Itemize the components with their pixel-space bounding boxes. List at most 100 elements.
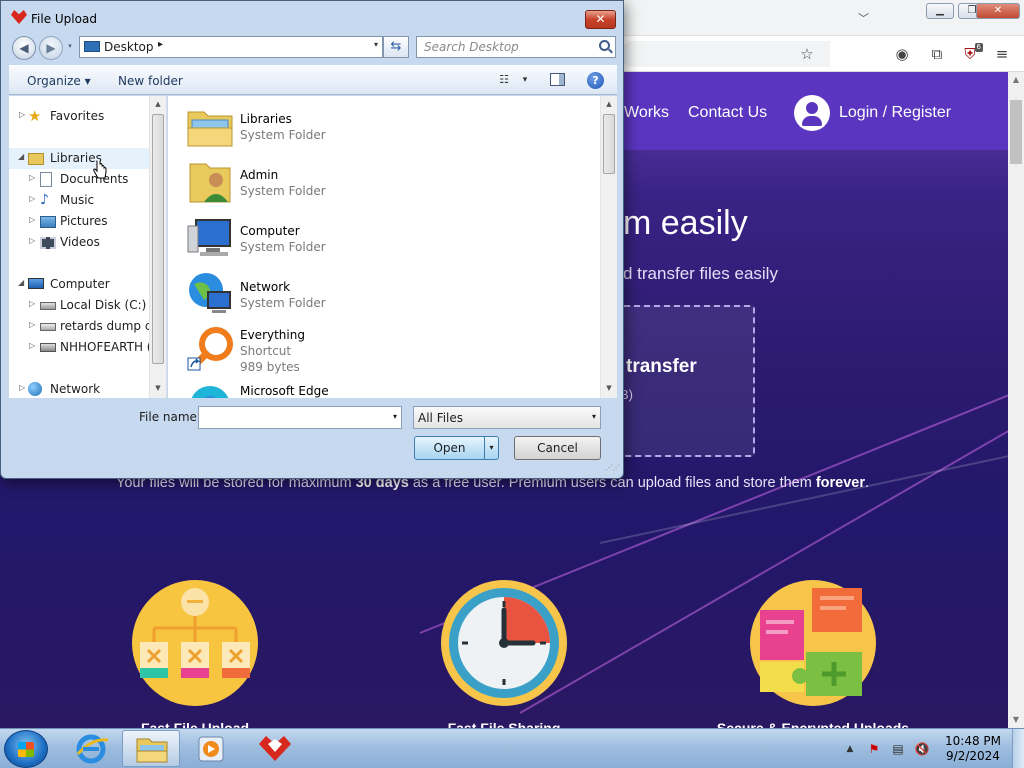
nav-login-register[interactable]: Login / Register bbox=[839, 104, 951, 122]
expand-arrow-icon[interactable]: ▷ bbox=[29, 341, 35, 350]
expand-arrow-icon[interactable]: ▷ bbox=[29, 194, 35, 203]
network-status-icon[interactable]: ▤ bbox=[890, 741, 906, 757]
back-arrow-icon[interactable]: ◀ bbox=[12, 36, 36, 60]
resize-grip-icon[interactable]: ⋰⋰ bbox=[605, 463, 620, 472]
expand-arrow-icon[interactable]: ▷ bbox=[19, 110, 25, 119]
collapse-arrow-icon[interactable]: ◢ bbox=[18, 278, 24, 287]
file-item-everything[interactable]: Everything Shortcut 989 bytes bbox=[168, 320, 600, 376]
clock-icon bbox=[441, 580, 567, 706]
tree-label: Videos bbox=[60, 235, 100, 249]
system-clock[interactable]: 10:48 PM 9/2/2024 bbox=[940, 734, 1006, 764]
dialog-close-button[interactable]: ✕ bbox=[585, 10, 616, 29]
expand-arrow-icon[interactable]: ▷ bbox=[29, 173, 35, 182]
volume-muted-icon[interactable]: 🔇 bbox=[914, 741, 930, 757]
file-type-select[interactable]: All Files ▾ bbox=[413, 406, 601, 429]
expand-arrow-icon[interactable]: ▷ bbox=[29, 299, 35, 308]
desktop-icon bbox=[84, 41, 100, 52]
videos-icon bbox=[40, 237, 56, 249]
scroll-down-arrow-icon[interactable]: ▼ bbox=[601, 380, 617, 396]
tree-item-music[interactable]: ▷ ♪ Music bbox=[9, 190, 149, 211]
file-name: Computer bbox=[240, 224, 300, 238]
file-name-input[interactable]: ▾ bbox=[198, 406, 402, 429]
action-center-flag-icon[interactable]: ⚑ bbox=[866, 741, 882, 757]
taskbar-app-browser[interactable] bbox=[246, 730, 304, 767]
file-list-scroll-thumb[interactable] bbox=[603, 114, 615, 174]
search-placeholder: Search Desktop bbox=[424, 40, 519, 54]
file-item-network[interactable]: Network System Folder bbox=[168, 264, 600, 320]
file-item-computer[interactable]: Computer System Folder bbox=[168, 208, 600, 264]
recent-locations-dropdown-icon[interactable]: ▾ bbox=[65, 41, 75, 51]
scroll-up-arrow-icon[interactable]: ▲ bbox=[150, 96, 166, 112]
ublock-shield-icon[interactable]: ⛨ 6 bbox=[958, 42, 983, 66]
expand-arrow-icon[interactable]: ▷ bbox=[29, 236, 35, 245]
tree-item-network[interactable]: ▷ Network bbox=[9, 379, 149, 398]
new-folder-button[interactable]: New folder bbox=[118, 74, 183, 88]
menu-hamburger-icon[interactable]: ≡ bbox=[990, 42, 1014, 66]
file-name-dropdown-icon[interactable]: ▾ bbox=[393, 412, 397, 421]
feature-label: Fast File Sharing bbox=[447, 720, 561, 728]
search-input[interactable]: Search Desktop bbox=[416, 36, 616, 58]
extensions-puzzle-icon[interactable]: ⧉ bbox=[925, 42, 949, 66]
show-desktop-button[interactable] bbox=[1012, 729, 1024, 768]
nav-contact-us[interactable]: Contact Us bbox=[688, 104, 767, 122]
file-list-scrollbar[interactable]: ▲ ▼ bbox=[600, 96, 617, 398]
expand-arrow-icon[interactable]: ▷ bbox=[19, 383, 25, 392]
scroll-down-arrow-icon[interactable]: ▼ bbox=[150, 380, 166, 396]
help-icon[interactable]: ? bbox=[587, 72, 604, 89]
search-icon[interactable] bbox=[599, 40, 610, 51]
file-item-libraries[interactable]: Libraries System Folder bbox=[168, 96, 600, 152]
change-view-icon[interactable]: ☷ bbox=[496, 73, 512, 87]
organize-button[interactable]: Organize ▾ bbox=[27, 74, 91, 88]
breadcrumb-location[interactable]: Desktop bbox=[104, 40, 154, 54]
expand-arrow-icon[interactable]: ▷ bbox=[29, 215, 35, 224]
tree-item-documents[interactable]: ▷ Documents bbox=[9, 169, 149, 190]
tab-search-chevron-icon[interactable]: ﹀ bbox=[858, 10, 869, 26]
address-breadcrumb[interactable]: Desktop ▸ ▾ bbox=[79, 36, 383, 58]
tree-item-network-drive[interactable]: ▷ NHHOFEARTH (F bbox=[9, 337, 149, 358]
taskbar-app-internet-explorer[interactable] bbox=[62, 730, 120, 767]
tree-item-local-disk[interactable]: ▷ Local Disk (C:) bbox=[9, 295, 149, 316]
account-icon[interactable]: ◉ bbox=[890, 42, 914, 66]
tree-item-removable-drive[interactable]: ▷ retards dump col bbox=[9, 316, 149, 337]
scroll-down-arrow-icon[interactable]: ▼ bbox=[1008, 712, 1024, 728]
open-button[interactable]: Open ▾ bbox=[414, 436, 499, 460]
start-orb-icon[interactable] bbox=[4, 730, 48, 768]
minimize-button[interactable]: ▁ bbox=[926, 3, 954, 19]
scroll-up-arrow-icon[interactable]: ▲ bbox=[1008, 72, 1024, 88]
scroll-up-arrow-icon[interactable]: ▲ bbox=[601, 96, 617, 112]
tree-scroll-thumb[interactable] bbox=[152, 114, 164, 364]
taskbar-app-media-player[interactable] bbox=[182, 730, 240, 767]
tree-item-favorites[interactable]: ▷ ★ Favorites bbox=[9, 106, 149, 127]
refresh-icon[interactable]: ⇆ bbox=[383, 36, 409, 58]
file-type: System Folder bbox=[240, 184, 326, 198]
breadcrumb-chevron-icon[interactable]: ▸ bbox=[158, 39, 163, 50]
nav-how-it-works[interactable]: Works bbox=[624, 104, 669, 122]
page-scrollbar[interactable]: ▲ ▼ bbox=[1008, 72, 1024, 728]
file-type-dropdown-icon[interactable]: ▾ bbox=[592, 412, 596, 421]
library-icon bbox=[28, 153, 44, 165]
cancel-button[interactable]: Cancel bbox=[514, 436, 601, 460]
file-item-admin[interactable]: Admin System Folder bbox=[168, 152, 600, 208]
open-options-dropdown-icon[interactable]: ▾ bbox=[484, 437, 498, 459]
tree-label: retards dump col bbox=[60, 319, 149, 333]
page-scroll-thumb[interactable] bbox=[1010, 100, 1022, 164]
expand-arrow-icon[interactable]: ▷ bbox=[29, 320, 35, 329]
feature-label: Secure & Encrypted Uploads bbox=[716, 720, 910, 728]
tree-item-libraries[interactable]: ◢ Libraries bbox=[9, 148, 149, 169]
tree-item-videos[interactable]: ▷ Videos bbox=[9, 232, 149, 253]
tree-item-pictures[interactable]: ▷ Pictures bbox=[9, 211, 149, 232]
browser-close-button[interactable]: ✕ bbox=[976, 3, 1020, 19]
show-hidden-icons-icon[interactable]: ▲ bbox=[842, 741, 858, 757]
bookmark-star-icon[interactable]: ☆ bbox=[795, 42, 819, 66]
preview-pane-icon[interactable] bbox=[550, 73, 565, 86]
tree-scrollbar[interactable]: ▲ ▼ bbox=[149, 96, 166, 398]
taskbar-app-explorer[interactable] bbox=[122, 730, 180, 767]
address-dropdown-icon[interactable]: ▾ bbox=[374, 40, 378, 49]
view-options-dropdown-icon[interactable]: ▾ bbox=[517, 73, 533, 87]
file-name: Admin bbox=[240, 168, 279, 182]
user-avatar-icon[interactable] bbox=[794, 95, 830, 131]
collapse-arrow-icon[interactable]: ◢ bbox=[18, 152, 24, 161]
file-item-microsoft-edge[interactable]: Microsoft Edge bbox=[168, 376, 600, 398]
tree-item-computer[interactable]: ◢ Computer bbox=[9, 274, 149, 295]
forward-arrow-icon[interactable]: ▶ bbox=[39, 36, 63, 60]
